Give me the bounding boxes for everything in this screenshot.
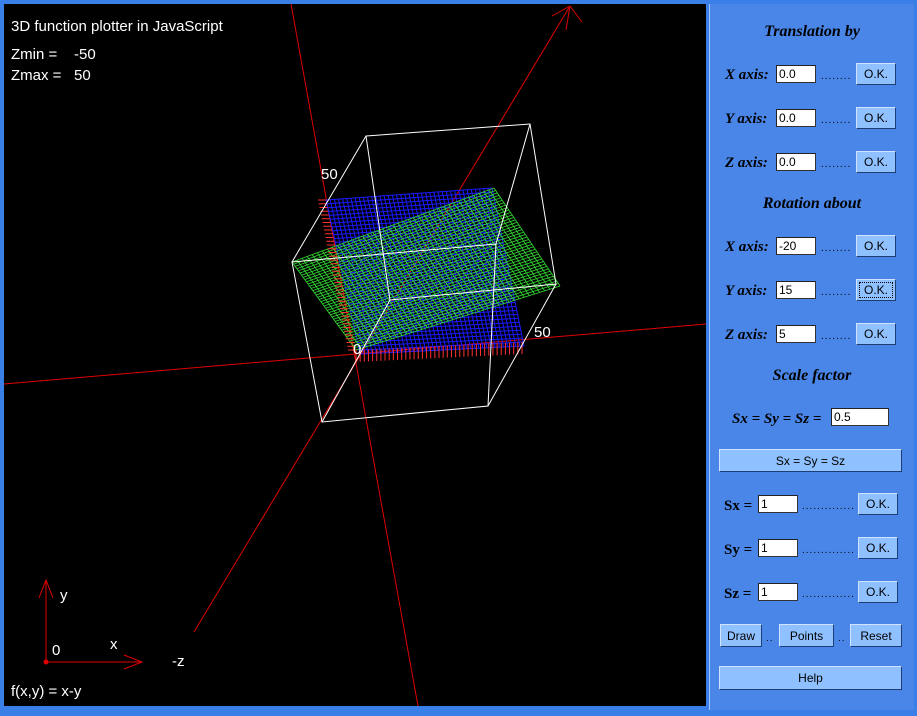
rotate-y-dots: ........ bbox=[821, 287, 852, 298]
translate-x-ok-button[interactable]: O.K. bbox=[856, 63, 896, 85]
scale-sx-ok-button[interactable]: O.K. bbox=[858, 493, 898, 515]
scale-sy-ok-button[interactable]: O.K. bbox=[858, 537, 898, 559]
action-sep-2: .. bbox=[838, 633, 846, 644]
action-sep-1: .. bbox=[766, 633, 774, 644]
axis-arrowhead-right bbox=[569, 5, 583, 23]
tick-label-50-left: 50 bbox=[321, 166, 338, 183]
function-label: f(x,y) = x-y bbox=[11, 683, 82, 700]
indicator-origin-label: 0 bbox=[52, 642, 61, 659]
rotate-x-dots: ........ bbox=[821, 243, 852, 254]
translate-y-label: Y axis: bbox=[725, 111, 768, 127]
draw-button[interactable]: Draw bbox=[720, 624, 762, 647]
scale-sy-dots: .............. bbox=[802, 545, 855, 556]
indicator-neg-z-label: -z bbox=[172, 653, 185, 670]
translate-z-label: Z axis: bbox=[725, 155, 768, 171]
zmax-label: Zmax = bbox=[11, 67, 62, 84]
translate-y-dots: ........ bbox=[821, 115, 852, 126]
rotate-x-input[interactable] bbox=[776, 237, 816, 255]
underside-grid-line bbox=[359, 341, 524, 351]
tick-label-50-right: 50 bbox=[534, 324, 551, 341]
reset-button[interactable]: Reset bbox=[850, 624, 902, 647]
control-panel: Translation by X axis: ........ O.K. Y a… bbox=[709, 4, 914, 710]
translate-z-ok-button[interactable]: O.K. bbox=[856, 151, 896, 173]
points-button[interactable]: Points bbox=[779, 624, 834, 647]
scale-title: Scale factor bbox=[772, 367, 852, 384]
scale-sx-dots: .............. bbox=[802, 501, 855, 512]
rotate-z-label: Z axis: bbox=[725, 327, 768, 343]
indicator-origin-dot bbox=[43, 659, 49, 665]
translate-y-input[interactable] bbox=[776, 109, 816, 127]
scale-sz-label: Sz = bbox=[724, 586, 752, 602]
translate-x-dots: ........ bbox=[821, 71, 852, 82]
scale-uniform-button[interactable]: Sx = Sy = Sz bbox=[719, 449, 902, 472]
scale-sx-input[interactable] bbox=[758, 495, 798, 513]
scale-sz-input[interactable] bbox=[758, 583, 798, 601]
scale-sy-input[interactable] bbox=[758, 539, 798, 557]
indicator-x-label: x bbox=[110, 636, 118, 653]
plot-title: 3D function plotter in JavaScript bbox=[11, 18, 223, 35]
underside-grid-line bbox=[355, 325, 521, 336]
rotate-x-ok-button[interactable]: O.K. bbox=[856, 235, 896, 257]
translate-x-input[interactable] bbox=[776, 65, 816, 83]
plot-canvas[interactable]: 3D function plotter in JavaScript Zmin =… bbox=[4, 4, 706, 706]
scale-sy-label: Sy = bbox=[724, 542, 753, 558]
scale-uniform-input[interactable] bbox=[831, 408, 889, 426]
rotate-z-input[interactable] bbox=[776, 325, 816, 343]
rotate-y-label: Y axis: bbox=[725, 283, 768, 299]
zmax-value: 50 bbox=[74, 67, 91, 84]
scale-sz-dots: .............. bbox=[802, 589, 855, 600]
zmin-value: -50 bbox=[74, 46, 96, 63]
zmin-label: Zmin = bbox=[11, 46, 58, 63]
tick-label-0: 0 bbox=[353, 341, 362, 358]
scale-sz-ok-button[interactable]: O.K. bbox=[858, 581, 898, 603]
indicator-y-label: y bbox=[60, 587, 68, 604]
rotate-z-ok-button[interactable]: O.K. bbox=[856, 323, 896, 345]
translation-title: Translation by bbox=[764, 23, 860, 40]
rotate-x-label: X axis: bbox=[725, 239, 769, 255]
rotate-z-dots: ........ bbox=[821, 331, 852, 342]
rotate-y-input[interactable] bbox=[776, 281, 816, 299]
translate-z-input[interactable] bbox=[776, 153, 816, 171]
translate-z-dots: ........ bbox=[821, 159, 852, 170]
scale-uniform-label: Sx = Sy = Sz = bbox=[732, 411, 822, 427]
translate-y-ok-button[interactable]: O.K. bbox=[856, 107, 896, 129]
rotation-title: Rotation about bbox=[762, 195, 862, 212]
underside-grid-line bbox=[357, 333, 522, 343]
scale-sx-label: Sx = bbox=[724, 498, 753, 514]
rotate-y-ok-button[interactable]: O.K. bbox=[856, 279, 896, 301]
help-button[interactable]: Help bbox=[719, 666, 902, 690]
translate-x-label: X axis: bbox=[725, 67, 769, 83]
